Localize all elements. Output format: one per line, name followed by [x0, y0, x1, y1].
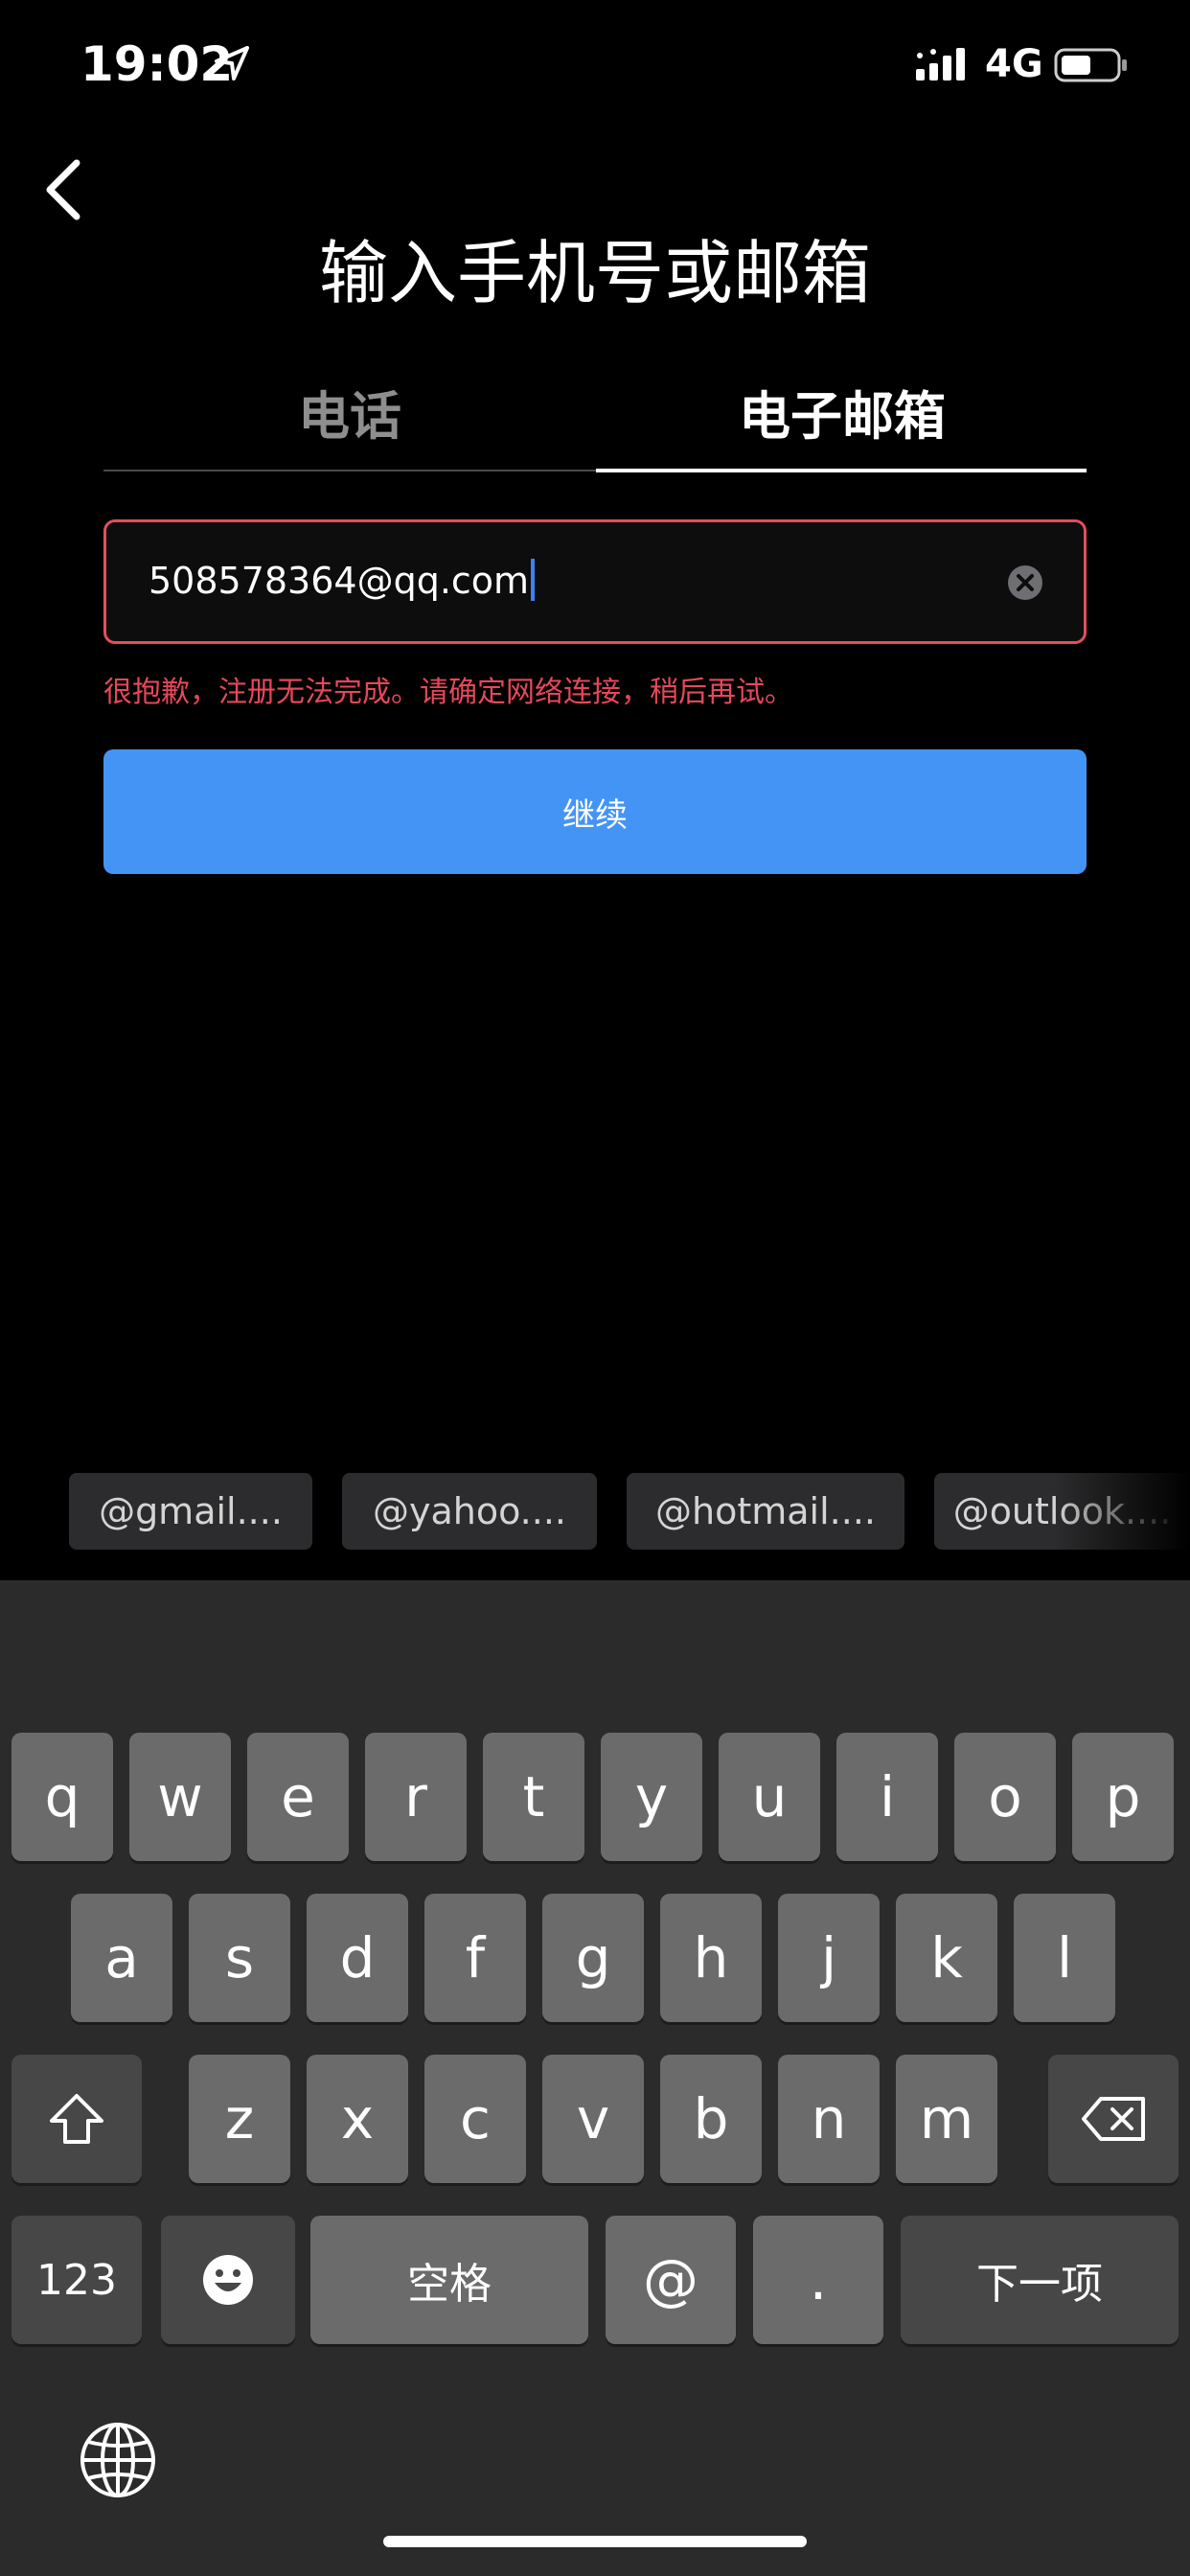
key-s[interactable]: s [189, 1894, 290, 2022]
tab-phone[interactable]: 电话 [103, 374, 596, 449]
email-field[interactable]: 508578364@qq.com [103, 519, 1087, 644]
back-chevron-icon[interactable] [42, 157, 84, 222]
key-z[interactable]: z [189, 2055, 290, 2183]
emoji-icon [203, 2255, 253, 2305]
key-o[interactable]: o [954, 1733, 1056, 1861]
shift-key[interactable] [11, 2055, 142, 2183]
key-y[interactable]: y [601, 1733, 702, 1861]
home-indicator [383, 2536, 807, 2547]
key-b[interactable]: b [660, 2055, 762, 2183]
key-h[interactable]: h [660, 1894, 762, 2022]
error-message: 很抱歉，注册无法完成。请确定网络连接，稍后再试。 [103, 676, 793, 709]
suggestion-hotmail[interactable]: @hotmail.... [627, 1473, 904, 1550]
suggestion-yahoo[interactable]: @yahoo.... [342, 1473, 597, 1550]
key-k[interactable]: k [896, 1894, 997, 2022]
delete-key[interactable] [1048, 2055, 1179, 2183]
key-a[interactable]: a [71, 1894, 172, 2022]
network-type: 4G [985, 42, 1043, 86]
text-caret [531, 559, 536, 601]
space-key[interactable]: 空格 [310, 2216, 588, 2344]
key-c[interactable]: c [424, 2055, 526, 2183]
backspace-icon [1082, 2097, 1145, 2141]
continue-button[interactable]: 继续 [103, 749, 1087, 874]
dot-key[interactable]: . [753, 2216, 883, 2344]
key-q[interactable]: q [11, 1733, 113, 1861]
battery-icon [1054, 48, 1127, 82]
globe-icon[interactable] [79, 2421, 157, 2499]
key-d[interactable]: d [307, 1894, 408, 2022]
key-f[interactable]: f [424, 1894, 526, 2022]
next-key[interactable]: 下一项 [901, 2216, 1179, 2344]
active-tab-indicator [596, 469, 1087, 472]
key-p[interactable]: p [1072, 1733, 1174, 1861]
key-u[interactable]: u [719, 1733, 820, 1861]
location-arrow-icon [215, 46, 249, 80]
at-key[interactable]: @ [606, 2216, 736, 2344]
key-t[interactable]: t [483, 1733, 584, 1861]
key-j[interactable]: j [778, 1894, 880, 2022]
key-v[interactable]: v [542, 2055, 644, 2183]
email-field-text: 508578364@qq.com [149, 559, 536, 602]
emoji-key[interactable] [161, 2216, 295, 2344]
key-x[interactable]: x [307, 2055, 408, 2183]
key-r[interactable]: r [365, 1733, 467, 1861]
signal-strength-icon [916, 48, 965, 80]
key-i[interactable]: i [836, 1733, 938, 1861]
status-time: 19:02 [80, 36, 234, 92]
page-title: 输入手机号或邮箱 [318, 233, 871, 313]
shift-arrow-icon [50, 2094, 103, 2144]
key-m[interactable]: m [896, 2055, 997, 2183]
email-value: 508578364@qq.com [149, 560, 530, 602]
suggestion-outlook[interactable]: @outlook.... [934, 1473, 1190, 1550]
key-n[interactable]: n [778, 2055, 880, 2183]
key-g[interactable]: g [542, 1894, 644, 2022]
suggestion-gmail[interactable]: @gmail.... [69, 1473, 312, 1550]
key-e[interactable]: e [247, 1733, 349, 1861]
clear-input-icon[interactable] [1007, 564, 1043, 601]
key-l[interactable]: l [1014, 1894, 1115, 2022]
key-w[interactable]: w [129, 1733, 231, 1861]
numbers-key[interactable]: 123 [11, 2216, 142, 2344]
tab-email[interactable]: 电子邮箱 [596, 374, 1088, 449]
